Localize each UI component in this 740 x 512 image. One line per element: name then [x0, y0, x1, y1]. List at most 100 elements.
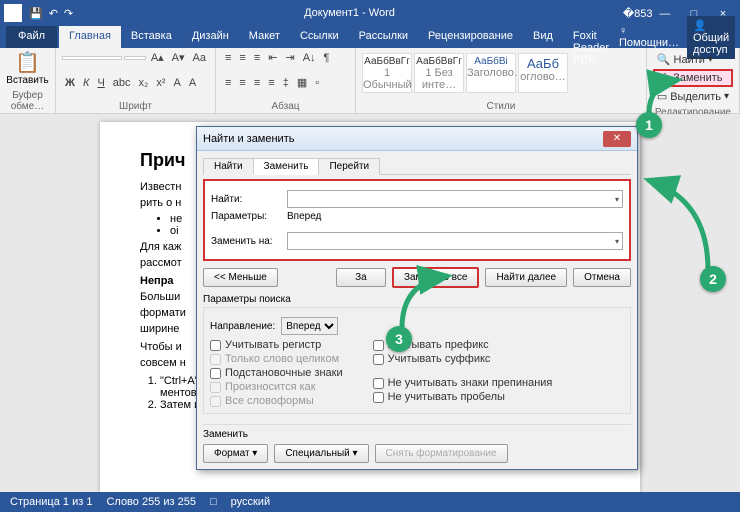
- status-bar: Страница 1 из 1 Слово 255 из 255 □ русск…: [0, 492, 740, 512]
- highlight-icon[interactable]: A: [170, 76, 183, 90]
- find-button[interactable]: 🔍Найти ▾: [653, 51, 733, 68]
- align-right-icon[interactable]: ≡: [251, 76, 263, 90]
- word-icon: [4, 4, 22, 22]
- underline-icon[interactable]: Ч: [94, 76, 107, 90]
- dialog-close-icon[interactable]: ✕: [603, 131, 631, 147]
- replace-input[interactable]: [287, 232, 623, 250]
- borders-icon[interactable]: ▫: [312, 76, 322, 90]
- font-color-icon[interactable]: A: [186, 76, 199, 90]
- tab-home[interactable]: Главная: [59, 26, 121, 48]
- chk-wildcards[interactable]: Подстановочные знаки: [210, 367, 343, 379]
- group-font-label: Шрифт: [62, 100, 209, 113]
- dialog-tab-replace[interactable]: Заменить: [253, 158, 320, 175]
- paste-icon[interactable]: 📋: [6, 50, 49, 75]
- qat-undo-icon[interactable]: ↶: [49, 7, 58, 20]
- align-center-icon[interactable]: ≡: [236, 76, 248, 90]
- font-name-combo[interactable]: [62, 56, 122, 60]
- direction-label: Направление:: [210, 321, 275, 332]
- status-proofing-icon[interactable]: □: [210, 496, 217, 508]
- chk-suffix[interactable]: Учитывать суффикс: [373, 353, 553, 365]
- format-button[interactable]: Формат ▾: [203, 444, 268, 463]
- superscript-icon[interactable]: x²: [153, 76, 168, 90]
- chk-word-forms: Все словоформы: [210, 395, 343, 407]
- tab-foxit[interactable]: Foxit Reader PDF: [563, 26, 619, 48]
- numbering-icon[interactable]: ≡: [236, 51, 248, 65]
- ribbon-options-icon[interactable]: �853: [623, 7, 649, 20]
- less-button[interactable]: << Меньше: [203, 268, 278, 287]
- select-icon: ▭: [657, 90, 667, 103]
- style-heading1[interactable]: АаБбВіЗаголово…: [466, 53, 516, 93]
- status-language[interactable]: русский: [231, 496, 270, 508]
- dialog-tab-find[interactable]: Найти: [203, 158, 254, 175]
- replace-section-header: Заменить: [203, 429, 631, 440]
- qat-redo-icon[interactable]: ↷: [64, 7, 73, 20]
- tab-layout[interactable]: Макет: [239, 26, 290, 48]
- pilcrow-icon[interactable]: ¶: [321, 51, 333, 65]
- special-button[interactable]: Специальный ▾: [274, 444, 368, 463]
- font-size-combo[interactable]: [124, 56, 146, 60]
- chk-sounds-like: Произносится как: [210, 381, 343, 393]
- search-icon: 🔍: [657, 53, 671, 66]
- style-normal[interactable]: АаБбВвГг1 Обычный: [362, 53, 412, 93]
- no-formatting-button: Снять форматирование: [375, 444, 508, 463]
- tell-me[interactable]: ♀ Помощни…: [619, 25, 679, 49]
- search-options-header: Параметры поиска: [203, 294, 631, 305]
- multilevel-icon[interactable]: ≡: [251, 51, 263, 65]
- status-words[interactable]: Слово 255 из 255: [106, 496, 196, 508]
- bold-icon[interactable]: Ж: [62, 76, 78, 90]
- ribbon: 📋 Вставить Буфер обме… A▴ A▾ Aa Ж К Ч ab…: [0, 48, 740, 114]
- replace-button[interactable]: abЗаменить: [653, 69, 733, 87]
- minimize-icon[interactable]: —: [652, 8, 678, 20]
- dialog-tab-goto[interactable]: Перейти: [318, 158, 380, 175]
- file-tab[interactable]: Файл: [6, 26, 57, 48]
- indent-inc-icon[interactable]: ⇥: [282, 50, 297, 65]
- replace-one-button[interactable]: За: [336, 268, 386, 287]
- status-page[interactable]: Страница 1 из 1: [10, 496, 92, 508]
- dialog-titlebar[interactable]: Найти и заменить ✕: [197, 127, 637, 151]
- italic-icon[interactable]: К: [80, 76, 92, 90]
- params-label: Параметры:: [211, 211, 281, 222]
- paste-label[interactable]: Вставить: [6, 75, 49, 86]
- cancel-button[interactable]: Отмена: [573, 268, 631, 287]
- titlebar: 💾 ↶ ↷ Документ1 - Word �853 — □ ×: [0, 0, 740, 26]
- dialog-tabs: Найти Заменить Перейти: [203, 157, 631, 175]
- tab-insert[interactable]: Вставка: [121, 26, 182, 48]
- replace-all-button[interactable]: Заменить все: [392, 267, 479, 288]
- indent-dec-icon[interactable]: ⇤: [265, 50, 280, 65]
- grow-font-icon[interactable]: A▴: [148, 50, 167, 65]
- tab-mailings[interactable]: Рассылки: [349, 26, 418, 48]
- style-nospacing[interactable]: АаБбВвГг1 Без инте…: [414, 53, 464, 93]
- find-replace-dialog: Найти и заменить ✕ Найти Заменить Перейт…: [196, 126, 638, 470]
- tab-references[interactable]: Ссылки: [290, 26, 349, 48]
- select-button[interactable]: ▭Выделить ▾: [653, 88, 733, 105]
- bullets-icon[interactable]: ≡: [222, 51, 234, 65]
- direction-select[interactable]: Вперед: [281, 317, 338, 335]
- find-input[interactable]: [287, 190, 623, 208]
- tab-view[interactable]: Вид: [523, 26, 563, 48]
- chk-match-case[interactable]: Учитывать регистр: [210, 339, 343, 351]
- chk-whole-word: Только слово целиком: [210, 353, 343, 365]
- shrink-font-icon[interactable]: A▾: [169, 50, 188, 65]
- style-heading2[interactable]: АаБбоглово…: [518, 53, 568, 93]
- annotation-marker-3: 3: [386, 326, 412, 352]
- qat-save-icon[interactable]: 💾: [29, 7, 43, 20]
- group-paragraph-label: Абзац: [222, 100, 349, 113]
- params-value: Вперед: [287, 211, 321, 222]
- search-fields-group: Найти: Параметры: Вперед Заменить на:: [203, 179, 631, 261]
- styles-gallery[interactable]: АаБбВвГг1 Обычный АаБбВвГг1 Без инте… Аа…: [362, 50, 640, 93]
- dialog-title: Найти и заменить: [203, 133, 294, 145]
- sort-icon[interactable]: A↓: [300, 51, 319, 65]
- subscript-icon[interactable]: x₂: [136, 76, 152, 90]
- align-left-icon[interactable]: ≡: [222, 76, 234, 90]
- strike-icon[interactable]: abc: [110, 76, 134, 90]
- line-spacing-icon[interactable]: ‡: [280, 76, 292, 90]
- tab-review[interactable]: Рецензирование: [418, 26, 523, 48]
- align-justify-icon[interactable]: ≡: [265, 76, 277, 90]
- find-next-button[interactable]: Найти далее: [485, 268, 567, 287]
- annotation-marker-1: 1: [636, 112, 662, 138]
- tab-design[interactable]: Дизайн: [182, 26, 239, 48]
- chk-ignore-punct[interactable]: Не учитывать знаки препинания: [373, 377, 553, 389]
- shading-icon[interactable]: ▦: [294, 75, 310, 90]
- chk-ignore-space[interactable]: Не учитывать пробелы: [373, 391, 553, 403]
- change-case-icon[interactable]: Aa: [190, 51, 209, 65]
